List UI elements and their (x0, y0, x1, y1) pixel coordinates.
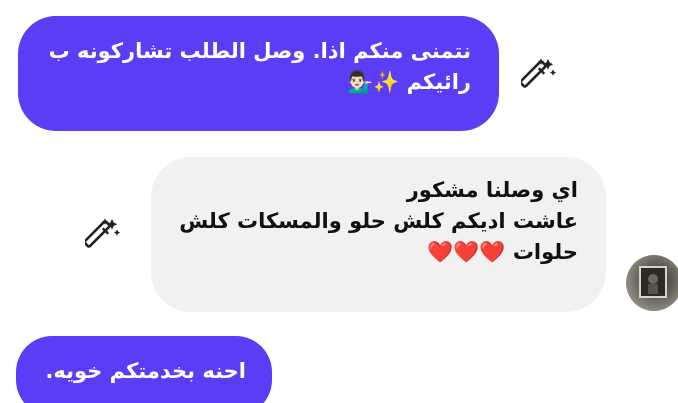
message-text: نتمنى منكم اذا. وصل الطلب تشاركونه ب (48, 39, 471, 63)
message-text: عاشت اديكم كلش حلو والمسكات كلش (179, 209, 578, 233)
chat-thread: نتمنى منكم اذا. وصل الطلب تشاركونه ب رائ… (0, 0, 678, 403)
message-text: حلوات ❤️❤️❤️ (427, 240, 578, 264)
message-line: نتمنى منكم اذا. وصل الطلب تشاركونه ب (42, 36, 471, 67)
message-line: حلوات ❤️❤️❤️ (171, 237, 578, 268)
avatar[interactable] (626, 255, 678, 311)
message-text: اي وصلنا مشكور (406, 178, 578, 202)
message-text: رائيكم ✨💁🏻‍♂️ (346, 70, 471, 94)
message-line: اي وصلنا مشكور (171, 175, 578, 206)
message-text: احنه بخدمتكم خويه. (45, 359, 246, 383)
message-bubble-outgoing[interactable]: نتمنى منكم اذا. وصل الطلب تشاركونه ب رائ… (18, 16, 499, 131)
message-bubble-outgoing[interactable]: احنه بخدمتكم خويه. (16, 336, 272, 403)
message-bubble-incoming[interactable]: اي وصلنا مشكور عاشت اديكم كلش حلو والمسك… (151, 157, 606, 312)
message-line: عاشت اديكم كلش حلو والمسكات كلش (171, 206, 578, 237)
message-line: احنه بخدمتكم خويه. (36, 356, 246, 387)
magic-wand-icon[interactable] (518, 54, 560, 96)
magic-wand-icon[interactable] (82, 214, 124, 256)
message-line: رائيكم ✨💁🏻‍♂️ (42, 67, 471, 98)
